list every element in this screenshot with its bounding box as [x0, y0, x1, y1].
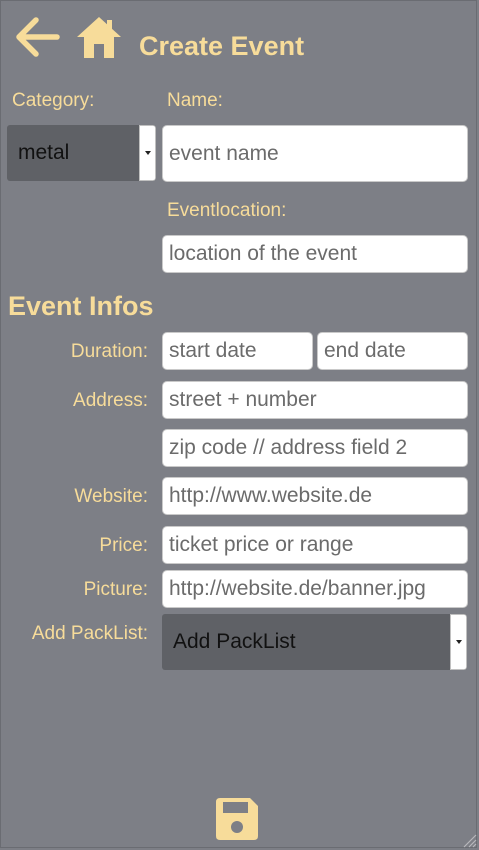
- location-label: Eventlocation:: [167, 200, 287, 221]
- category-select[interactable]: metal: [7, 125, 156, 181]
- home-button[interactable]: [76, 15, 122, 59]
- packlist-select[interactable]: Add PackList: [162, 614, 467, 670]
- picture-label: Picture:: [83, 579, 148, 600]
- category-label: Category:: [12, 90, 95, 111]
- price-label: Price:: [99, 535, 148, 556]
- resize-grip-icon[interactable]: [461, 832, 477, 848]
- save-button[interactable]: [215, 797, 259, 841]
- chevron-down-icon: [450, 614, 467, 670]
- website-label: Website:: [74, 486, 148, 507]
- street-input[interactable]: [162, 381, 468, 419]
- packlist-label: Add PackList:: [31, 623, 148, 644]
- zip-input[interactable]: [162, 429, 468, 467]
- chevron-down-icon: [139, 125, 156, 181]
- back-button[interactable]: [14, 16, 60, 58]
- section-title-event-infos: Event Infos: [8, 291, 154, 321]
- address-label: Address:: [73, 390, 148, 411]
- start-date-input[interactable]: [162, 332, 313, 370]
- end-date-input[interactable]: [317, 332, 468, 370]
- name-input[interactable]: [162, 125, 468, 182]
- price-input[interactable]: [162, 526, 468, 564]
- floppy-disk-icon: [216, 798, 258, 840]
- website-input[interactable]: [162, 477, 468, 515]
- location-input[interactable]: [162, 235, 468, 273]
- duration-label: Duration:: [70, 341, 148, 362]
- picture-input[interactable]: [162, 570, 468, 608]
- category-select-value: metal: [18, 141, 70, 164]
- page-title: Create Event: [139, 31, 305, 61]
- name-label: Name:: [167, 90, 223, 111]
- arrow-left-icon: [16, 17, 60, 57]
- home-icon: [77, 17, 121, 58]
- packlist-select-value: Add PackList: [173, 630, 296, 653]
